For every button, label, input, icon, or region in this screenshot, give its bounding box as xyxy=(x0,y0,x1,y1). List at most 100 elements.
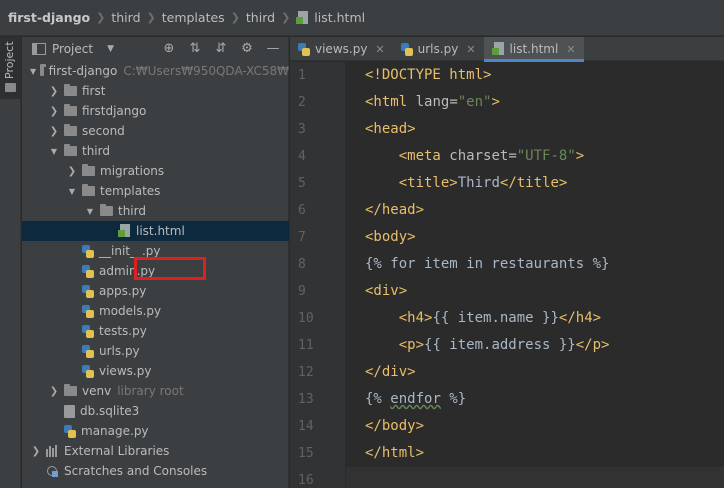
html-file-icon xyxy=(296,10,309,25)
tree-row[interactable]: Scratches and Consoles xyxy=(22,461,289,481)
close-icon[interactable]: ✕ xyxy=(466,43,475,56)
library-icon xyxy=(46,445,59,457)
tree-row[interactable]: ❯ first xyxy=(22,81,289,101)
code-line[interactable]: <meta charset="UTF-8"> xyxy=(346,143,724,170)
panel-toolbar: ⊕ ⇅ ⇵ ⚙ — xyxy=(162,41,280,56)
code-line[interactable] xyxy=(346,467,724,488)
python-file-icon xyxy=(64,424,76,438)
breadcrumb-item-file[interactable]: list.html xyxy=(296,10,365,25)
code-line[interactable]: <body> xyxy=(346,224,724,251)
code-line[interactable]: <h4>{{ item.name }}</h4> xyxy=(346,305,724,332)
tree-row-label: manage.py xyxy=(81,424,149,438)
chevron-down-icon[interactable]: ▼ xyxy=(84,207,96,216)
tree-row[interactable]: ▼ third xyxy=(22,141,289,161)
breadcrumb-separator-icon: ❯ xyxy=(146,11,156,24)
code-line[interactable]: <div> xyxy=(346,278,724,305)
tree-row[interactable]: list.html xyxy=(22,221,289,241)
tree-row[interactable]: ❯ venv library root xyxy=(22,381,289,401)
tree-row[interactable]: ❯ migrations xyxy=(22,161,289,181)
tree-row[interactable]: tests.py xyxy=(22,321,289,341)
tree-row[interactable]: urls.py xyxy=(22,341,289,361)
html-file-icon xyxy=(118,224,131,238)
tree-row[interactable]: ❯ second xyxy=(22,121,289,141)
chevron-right-icon[interactable]: ❯ xyxy=(30,446,42,457)
collapse-all-icon[interactable]: ⇵ xyxy=(214,41,228,56)
tree-row-label: External Libraries xyxy=(64,444,170,458)
folder-icon xyxy=(64,384,77,396)
line-number: 16 xyxy=(298,473,314,488)
tree-row[interactable]: manage.py xyxy=(22,421,289,441)
locate-icon[interactable]: ⊕ xyxy=(162,41,176,56)
tree-row[interactable]: ▼ first-django C:₩Users₩950QDA-XC58₩ xyxy=(22,61,289,81)
chevron-right-icon[interactable]: ❯ xyxy=(48,106,60,117)
code-line[interactable]: <title>Third</title> xyxy=(346,170,724,197)
code-line[interactable]: <!DOCTYPE html> xyxy=(346,62,724,89)
chevron-down-icon[interactable]: ▼ xyxy=(48,147,60,156)
tree-row-label: db.sqlite3 xyxy=(80,404,140,418)
python-file-icon xyxy=(82,244,94,258)
tree-row-label: apps.py xyxy=(99,284,147,298)
folder-icon xyxy=(82,164,95,176)
tree-row[interactable]: ▼ templates xyxy=(22,181,289,201)
close-icon[interactable]: ✕ xyxy=(375,43,384,56)
tree-row[interactable]: apps.py xyxy=(22,281,289,301)
hide-icon[interactable]: — xyxy=(266,41,280,56)
chevron-right-icon[interactable]: ❯ xyxy=(48,126,60,137)
tree-row[interactable]: models.py xyxy=(22,301,289,321)
line-number: 3 xyxy=(290,116,360,143)
code-line[interactable]: <html lang="en"> xyxy=(346,89,724,116)
tree-row-label: first-django xyxy=(48,64,118,78)
selection-highlight-box xyxy=(134,257,206,280)
tree-row[interactable]: ❯ firstdjango xyxy=(22,101,289,121)
code-line[interactable]: </div> xyxy=(346,359,724,386)
tree-row[interactable]: ❯ External Libraries xyxy=(22,441,289,461)
code-line[interactable]: {% for item in restaurants %} xyxy=(346,251,724,278)
breadcrumb-item-third[interactable]: third xyxy=(111,10,140,25)
tree-row-label: second xyxy=(82,124,125,138)
code-line[interactable]: <p>{{ item.address }}</p> xyxy=(346,332,724,359)
close-icon[interactable]: ✕ xyxy=(566,43,575,56)
python-file-icon xyxy=(82,324,94,338)
code-editor[interactable]: <!DOCTYPE html> <html lang="en"> <head> <m… xyxy=(346,62,724,488)
code-line[interactable]: </html> xyxy=(346,440,724,467)
editor-tab[interactable]: views.py ✕ xyxy=(290,37,393,61)
editor-tab-label: urls.py xyxy=(417,42,459,56)
tree-row[interactable]: views.py xyxy=(22,361,289,381)
chevron-right-icon[interactable]: ❯ xyxy=(66,166,78,177)
project-view-selector[interactable]: Project xyxy=(52,42,93,56)
tree-row-label: urls.py xyxy=(99,344,140,358)
chevron-right-icon[interactable]: ❯ xyxy=(48,86,60,97)
chevron-right-icon[interactable]: ❯ xyxy=(48,386,60,397)
chevron-down-icon[interactable]: ▼ xyxy=(107,44,114,54)
line-number: 1 xyxy=(298,68,306,83)
python-file-icon xyxy=(82,264,94,278)
tree-row-label: firstdjango xyxy=(82,104,147,118)
editor-tab[interactable]: urls.py ✕ xyxy=(393,37,484,61)
line-number: 6 xyxy=(290,197,360,224)
chevron-down-icon[interactable]: ▼ xyxy=(66,187,78,196)
project-tool-tab-label: Project xyxy=(3,41,16,79)
gear-icon[interactable]: ⚙ xyxy=(240,41,254,56)
python-file-icon xyxy=(82,304,94,318)
tree-row-label: migrations xyxy=(100,164,165,178)
python-file-icon xyxy=(400,42,413,56)
folder-icon xyxy=(64,104,77,116)
code-line[interactable]: {% endfor %} xyxy=(346,386,724,413)
tree-row[interactable]: ▼ third xyxy=(22,201,289,221)
folder-icon xyxy=(82,184,95,196)
line-number: 4 xyxy=(298,149,306,164)
breadcrumb-item-project[interactable]: first-django xyxy=(8,10,90,25)
editor-tab[interactable]: list.html ✕ xyxy=(483,37,584,62)
project-tool-tab[interactable]: Project xyxy=(0,37,21,99)
breadcrumb-item-templates[interactable]: templates xyxy=(162,10,225,25)
chevron-down-icon[interactable]: ▼ xyxy=(30,67,36,76)
tree-row[interactable]: db.sqlite3 xyxy=(22,401,289,421)
code-line[interactable]: </body> xyxy=(346,413,724,440)
code-line[interactable]: <head> xyxy=(346,116,724,143)
breadcrumb-item-third-sub[interactable]: third xyxy=(246,10,275,25)
scratches-icon xyxy=(46,465,59,478)
expand-all-icon[interactable]: ⇅ xyxy=(188,41,202,56)
line-number: 9 xyxy=(290,278,360,305)
code-line[interactable]: </head> xyxy=(346,197,724,224)
project-view-icon xyxy=(32,43,46,55)
